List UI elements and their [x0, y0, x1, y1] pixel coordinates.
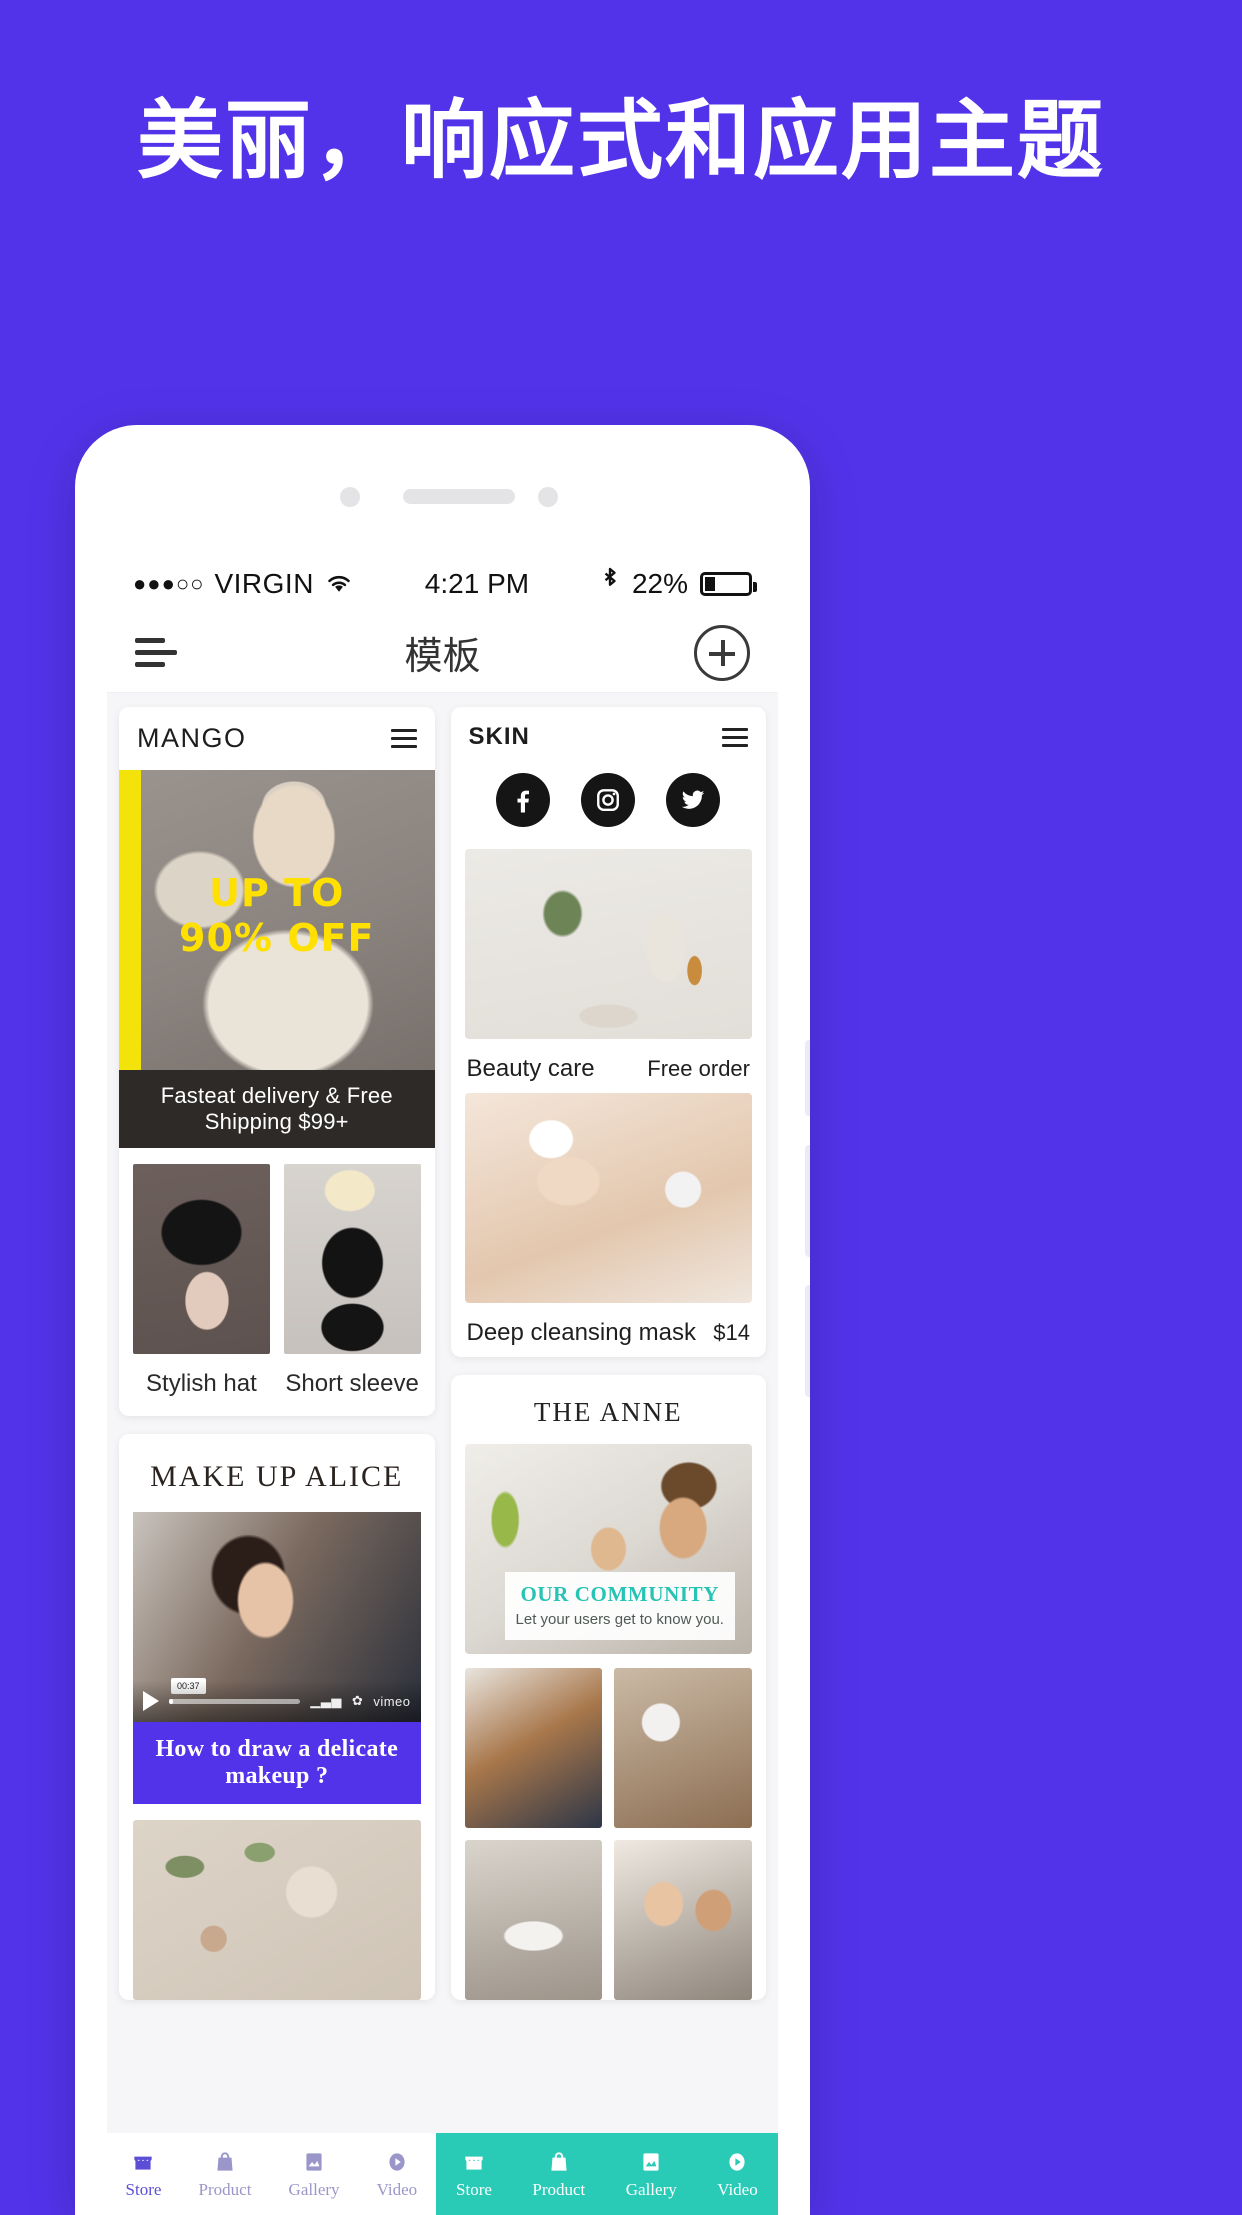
bottom-nav-left[interactable]: Store Product Gallery Video [107, 2133, 436, 2215]
item-price: Free order [647, 1056, 750, 1081]
wifi-icon [324, 568, 354, 600]
item-name: Beauty care [466, 1055, 595, 1082]
bluetooth-icon [600, 566, 620, 603]
nav-item-store[interactable]: Store [125, 2149, 162, 2200]
card-makeup-alice[interactable]: MAKE UP ALICE 00:37 ▁▃▅ ✿ vimeo [119, 1434, 435, 2000]
app-bar-title: 模板 [404, 634, 481, 678]
page-title: 美丽，响应式和应用主题 [137, 91, 1105, 191]
signal-strength-icon: ●●●○○ [133, 571, 205, 596]
template-grid: MANGO UP TO 90% OFF Fasteat delivery & F… [107, 693, 778, 2215]
community-overlay: OUR COMMUNITY Let your users get to know… [504, 1572, 735, 1640]
video-caption: How to draw a delicate makeup ? [133, 1722, 421, 1804]
photo-grid [451, 1654, 767, 2000]
phone-side-button [805, 1285, 810, 1397]
nav-item-gallery[interactable]: Gallery [289, 2149, 340, 2200]
overlay-subtitle: Let your users get to know you. [515, 1611, 724, 1628]
card-skin[interactable]: SKIN Beauty care Free order Deep cleansi… [450, 707, 767, 1357]
hamburger-menu-icon[interactable] [135, 638, 177, 667]
brand-label: SKIN [468, 723, 530, 750]
phone-bezel-top [75, 425, 810, 555]
video-player[interactable]: 00:37 ▁▃▅ ✿ vimeo How to draw a delicate… [133, 1512, 421, 1804]
product-item[interactable]: Stylish hat [133, 1164, 270, 1398]
camera-icon [340, 487, 360, 507]
nav-label: Video [376, 2179, 418, 2199]
volume-icon[interactable]: ▁▃▅ [310, 1693, 342, 1709]
card-header: SKIN [451, 707, 767, 767]
product-thumbnail [283, 1164, 421, 1354]
nav-label: Gallery [288, 2179, 340, 2199]
hamburger-menu-icon[interactable] [390, 729, 417, 748]
facebook-icon[interactable] [496, 773, 551, 827]
status-bar: ●●●○○ VIRGIN 4:21 PM 22% [107, 555, 778, 613]
item-name: Deep cleansing mask [466, 1319, 696, 1346]
nav-label: Product [198, 2179, 252, 2199]
list-item[interactable]: Beauty care Free order [451, 1039, 767, 1093]
clock: 4:21 PM [424, 568, 530, 599]
card-mango[interactable]: MANGO UP TO 90% OFF Fasteat delivery & F… [119, 707, 435, 1416]
social-links [451, 767, 767, 849]
brand-label: MANGO [137, 723, 247, 753]
phone-side-button [805, 1040, 810, 1116]
item-price: $14 [713, 1320, 750, 1345]
beauty-care-photo [464, 849, 752, 1039]
hamburger-menu-icon[interactable] [722, 727, 748, 747]
promo-line-2: 90% OFF [165, 915, 389, 960]
cosmetic-photo [133, 1820, 421, 2000]
promo-line-1: UP TO [195, 871, 359, 915]
plus-circle-icon[interactable] [694, 624, 750, 681]
column-left: MANGO UP TO 90% OFF Fasteat delivery & F… [119, 707, 435, 2215]
battery-percent-label: 22% [631, 568, 688, 599]
promo-banner-image: UP TO 90% OFF [119, 770, 435, 1070]
sensor-icon [538, 487, 558, 507]
product-row: Stylish hat Short sleeve [119, 1148, 435, 1416]
column-right: SKIN Beauty care Free order Deep cleansi… [450, 707, 767, 2215]
grid-image[interactable] [614, 1668, 752, 1828]
battery-icon [700, 572, 757, 596]
overlay-title: OUR COMMUNITY [520, 1582, 720, 1606]
nav-label: Product [532, 2179, 586, 2199]
grid-image[interactable] [464, 1840, 603, 2000]
community-photo: OUR COMMUNITY Let your users get to know… [464, 1444, 752, 1654]
product-label: Short sleeve [285, 1370, 419, 1397]
nav-item-product[interactable]: Product [532, 2149, 585, 2200]
nav-item-video[interactable]: Video [717, 2149, 758, 2200]
grid-image[interactable] [464, 1668, 603, 1828]
shipping-banner: Fasteat delivery & Free Shipping $99+ [119, 1070, 435, 1148]
instagram-icon[interactable] [581, 773, 636, 827]
carrier-label: VIRGIN [214, 568, 314, 599]
bottom-nav-right[interactable]: Store Product Gallery Video [435, 2133, 778, 2215]
video-progress-bar[interactable] [169, 1698, 301, 1704]
grid-image[interactable] [614, 1840, 752, 2000]
card-title: MAKE UP ALICE [150, 1460, 404, 1493]
speaker-grille [403, 489, 515, 504]
vimeo-logo: vimeo [373, 1693, 411, 1709]
play-icon[interactable] [143, 1691, 159, 1711]
nav-item-product[interactable]: Product [198, 2149, 252, 2200]
nav-label: Video [717, 2179, 758, 2199]
phone-mockup: ●●●○○ VIRGIN 4:21 PM 22% 模板 MANGO UP TO … [75, 425, 810, 2215]
cleansing-mask-photo [464, 1093, 752, 1303]
nav-label: Gallery [625, 2179, 677, 2199]
product-thumbnail [133, 1164, 270, 1354]
settings-gear-icon[interactable]: ✿ [352, 1693, 363, 1709]
phone-side-button [805, 1145, 810, 1257]
nav-label: Store [125, 2179, 162, 2199]
nav-item-gallery[interactable]: Gallery [626, 2149, 677, 2200]
phone-screen: ●●●○○ VIRGIN 4:21 PM 22% 模板 MANGO UP TO … [107, 555, 778, 2215]
twitter-icon[interactable] [666, 773, 721, 827]
product-item[interactable]: Short sleeve [283, 1164, 421, 1398]
product-label: Stylish hat [146, 1370, 257, 1397]
video-controls[interactable]: ▁▃▅ ✿ vimeo [133, 1680, 421, 1722]
nav-item-video[interactable]: Video [376, 2149, 418, 2200]
nav-label: Store [456, 2179, 492, 2199]
promo-text: UP TO 90% OFF [119, 874, 435, 958]
card-the-anne[interactable]: THE ANNE OUR COMMUNITY Let your users ge… [450, 1375, 767, 2000]
list-item[interactable]: Deep cleansing mask $14 [451, 1303, 767, 1357]
card-title: THE ANNE [533, 1397, 683, 1427]
app-bar: 模板 [107, 613, 778, 693]
nav-item-store[interactable]: Store [456, 2149, 492, 2200]
video-thumbnail: 00:37 ▁▃▅ ✿ vimeo [133, 1512, 421, 1722]
card-header: MANGO [119, 707, 435, 770]
